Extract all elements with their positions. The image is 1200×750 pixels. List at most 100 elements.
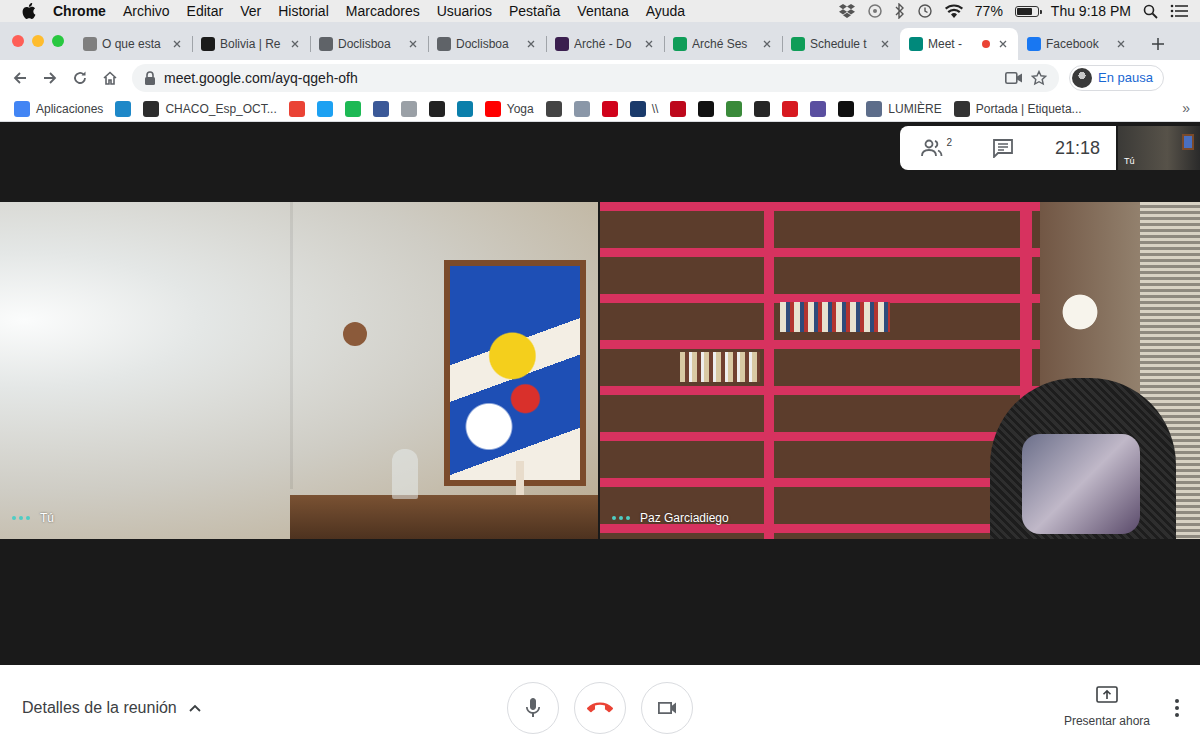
meeting-details-button[interactable]: Detalles de la reunión — [0, 696, 507, 720]
bookmark[interactable] — [395, 98, 423, 120]
video-tile[interactable]: Paz Garciadiego — [600, 202, 1200, 539]
bluetooth-icon[interactable] — [895, 3, 905, 19]
address-url[interactable]: meet.google.com/ayq-qgeh-ofh — [164, 68, 358, 89]
time-machine-icon[interactable] — [917, 3, 933, 19]
bookmark[interactable] — [720, 98, 748, 120]
bookmark[interactable] — [451, 98, 479, 120]
browser-tab[interactable]: O que esta — [74, 28, 192, 60]
profile-button[interactable]: En pausa — [1069, 65, 1164, 91]
bookmark-favicon-icon — [698, 101, 714, 117]
close-tab-icon[interactable] — [523, 36, 539, 52]
menu-item[interactable]: Ventana — [577, 1, 628, 22]
browser-tab[interactable]: Facebook — [1018, 28, 1136, 60]
minimize-window-button[interactable] — [32, 35, 44, 47]
bookmark-star-icon[interactable] — [1031, 70, 1047, 86]
lock-icon[interactable] — [144, 71, 156, 85]
bookmark-favicon-icon — [546, 101, 562, 117]
browser-tab[interactable]: Schedule t — [782, 28, 900, 60]
browser-tab[interactable]: Bolivia | Re — [192, 28, 310, 60]
glass-jar — [392, 449, 418, 499]
dropbox-icon[interactable] — [839, 4, 855, 18]
zoom-window-button[interactable] — [52, 35, 64, 47]
participant-count: 2 — [946, 135, 952, 150]
address-bar[interactable]: meet.google.com/ayq-qgeh-ofh — [132, 64, 1059, 92]
close-window-button[interactable] — [12, 35, 24, 47]
browser-tab[interactable]: Meet - — [900, 28, 1018, 60]
bookmarks-overflow-button[interactable]: » — [1176, 98, 1196, 119]
bookmark[interactable] — [776, 98, 804, 120]
forward-icon[interactable] — [36, 64, 64, 92]
bookmark[interactable]: LUMIÈRE — [860, 98, 947, 120]
bookmark[interactable] — [109, 98, 137, 120]
menu-item[interactable]: Archivo — [123, 1, 170, 22]
bookmark[interactable] — [832, 98, 860, 120]
bookmark[interactable] — [283, 98, 311, 120]
menu-item[interactable]: Pestaña — [509, 1, 560, 22]
bookmark[interactable] — [596, 98, 624, 120]
bookmark[interactable] — [664, 98, 692, 120]
bookmark[interactable]: \\ — [624, 98, 665, 120]
present-now-button[interactable]: Presentar ahora — [1064, 686, 1150, 730]
browser-tab[interactable]: Doclisboa — [428, 28, 546, 60]
back-icon[interactable] — [6, 64, 34, 92]
microphone-icon — [521, 696, 545, 720]
camera-button[interactable] — [641, 682, 693, 734]
bookmark[interactable]: CHACO_Esp_OCT... — [137, 98, 282, 120]
tab-favicon-icon — [555, 37, 569, 51]
bookmark[interactable] — [339, 98, 367, 120]
microphone-button[interactable] — [507, 682, 559, 734]
app-menu[interactable]: Chrome — [53, 1, 106, 22]
profile-status: En pausa — [1098, 68, 1153, 88]
bookmark[interactable] — [748, 98, 776, 120]
close-tab-icon[interactable] — [405, 36, 421, 52]
wifi-icon[interactable] — [945, 4, 963, 18]
bookmark[interactable] — [540, 98, 568, 120]
close-tab-icon[interactable] — [641, 36, 657, 52]
video-tile[interactable]: Tú — [0, 202, 598, 539]
menu-item[interactable]: Historial — [278, 1, 329, 22]
hang-up-button[interactable] — [574, 682, 626, 734]
camera-in-use-icon[interactable] — [1005, 72, 1023, 84]
browser-tab[interactable]: Doclisboa — [310, 28, 428, 60]
menu-item[interactable]: Ayuda — [646, 1, 685, 22]
bookmark[interactable] — [804, 98, 832, 120]
close-tab-icon[interactable] — [759, 36, 775, 52]
participants-button[interactable]: 2 — [920, 139, 952, 157]
menu-item[interactable]: Usuarios — [437, 1, 492, 22]
tab-title: Facebook — [1046, 35, 1108, 53]
close-tab-icon[interactable] — [877, 36, 893, 52]
spotlight-icon[interactable] — [1143, 4, 1158, 19]
close-tab-icon[interactable] — [169, 36, 185, 52]
browser-tab[interactable]: Arché - Do — [546, 28, 664, 60]
status-icon[interactable] — [867, 3, 883, 19]
close-tab-icon[interactable] — [1113, 36, 1129, 52]
meeting-details-label: Detalles de la reunión — [22, 696, 177, 720]
menu-item[interactable]: Editar — [187, 1, 224, 22]
bookmark[interactable] — [311, 98, 339, 120]
bookmark[interactable]: Yoga — [479, 98, 540, 120]
present-now-label: Presentar ahora — [1064, 712, 1150, 730]
browser-tab[interactable]: Arché Ses — [664, 28, 782, 60]
notification-center-icon[interactable] — [1170, 4, 1188, 18]
menu-item[interactable]: Marcadores — [346, 1, 420, 22]
reload-icon[interactable] — [66, 64, 94, 92]
bookmark[interactable] — [423, 98, 451, 120]
bookmark[interactable] — [568, 98, 596, 120]
bookmark-favicon-icon — [289, 101, 305, 117]
self-view-thumbnail[interactable]: Tú — [1118, 126, 1200, 170]
bookmark[interactable]: Portada | Etiqueta... — [948, 98, 1088, 120]
new-tab-icon[interactable] — [1144, 30, 1172, 58]
apple-icon[interactable] — [22, 3, 36, 19]
bookmark[interactable]: Aplicaciones — [8, 98, 109, 120]
more-options-icon[interactable] — [1174, 698, 1180, 718]
avatar-icon — [1072, 68, 1092, 88]
menu-item[interactable]: Ver — [240, 1, 261, 22]
chat-icon[interactable] — [992, 138, 1014, 158]
bookmark[interactable] — [367, 98, 395, 120]
battery-icon[interactable] — [1015, 6, 1039, 17]
bookmark[interactable] — [692, 98, 720, 120]
menu-clock[interactable]: Thu 9:18 PM — [1051, 1, 1131, 22]
home-icon[interactable] — [96, 64, 124, 92]
close-tab-icon[interactable] — [995, 36, 1011, 52]
close-tab-icon[interactable] — [287, 36, 303, 52]
